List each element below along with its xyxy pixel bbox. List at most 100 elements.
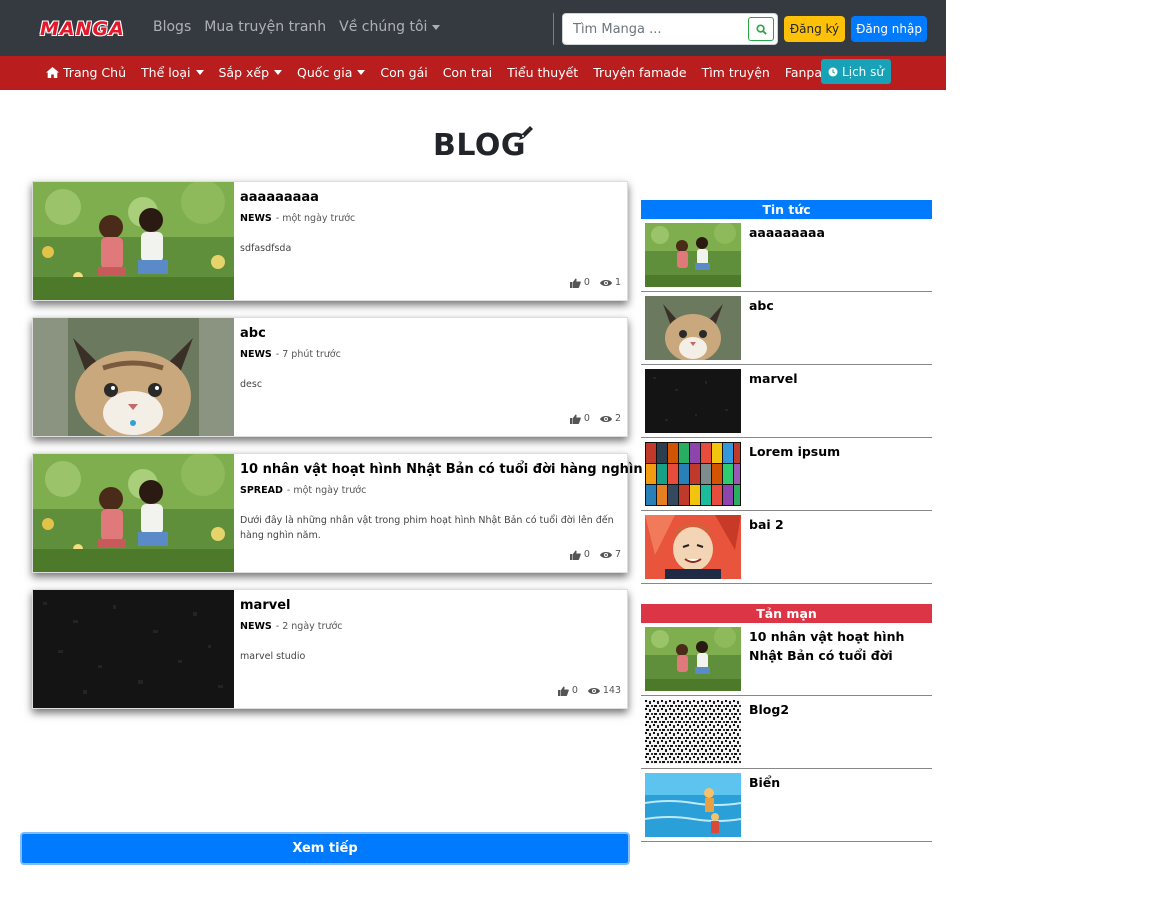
load-more-button[interactable]: Xem tiếp <box>20 832 630 865</box>
post-time: 2 ngày trước <box>282 621 343 632</box>
post-meta: SPREAD - một ngày trước <box>240 485 366 496</box>
nav-link-about-dropdown[interactable]: Về chúng tôi <box>339 19 441 35</box>
like-count[interactable]: 0 <box>569 413 590 424</box>
history-button[interactable]: Lịch sử <box>821 59 891 84</box>
eye-icon <box>587 687 600 694</box>
nav-item-genres[interactable]: Thể loại <box>141 65 204 80</box>
post-meta: NEWS - một ngày trước <box>240 213 355 224</box>
nav-item-home[interactable]: Trang Chủ <box>46 65 126 80</box>
sidebar-item-title[interactable]: aaaaaaaaa <box>749 223 928 242</box>
sidebar-news-item[interactable]: marvel <box>641 365 932 438</box>
view-count-value: 2 <box>614 413 621 424</box>
sidebar-spread-heading: Tản mạn <box>641 604 932 623</box>
sidebar-item-title[interactable]: 10 nhân vật hoạt hình Nhật Bản có tuổi đ… <box>749 627 928 667</box>
sidebar-news-heading: Tin tức <box>641 200 932 219</box>
manga-character-image <box>645 515 741 579</box>
post-stats: 0 7 <box>569 549 621 560</box>
post-thumbnail[interactable] <box>33 182 234 300</box>
sidebar-item-title[interactable]: Lorem ipsum <box>749 442 928 461</box>
sidebar-thumbnail[interactable] <box>645 442 741 506</box>
post-body: 10 nhân vật hoạt hình Nhật Bản có tuổi đ… <box>240 454 679 572</box>
like-count-value: 0 <box>583 549 590 560</box>
sidebar-thumbnail[interactable] <box>645 700 741 764</box>
sidebar-news-item[interactable]: bai 2 <box>641 511 932 584</box>
sidebar-item-title[interactable]: abc <box>749 296 928 315</box>
nav-item-famade[interactable]: Truyện famade <box>593 65 686 80</box>
anime-kids-garden-image <box>33 182 234 300</box>
post-time: một ngày trước <box>282 213 356 224</box>
chevron-down-icon <box>432 24 441 30</box>
view-count: 7 <box>599 549 621 560</box>
post-title[interactable]: aaaaaaaaa <box>240 190 319 205</box>
navbar-divider <box>553 13 554 45</box>
view-count-value: 7 <box>614 549 621 560</box>
thumbs-up-icon <box>569 414 581 424</box>
sidebar-thumbnail[interactable] <box>645 296 741 360</box>
like-count[interactable]: 0 <box>569 277 590 288</box>
post-description: Dưới đây là những nhân vật trong phim ho… <box>240 515 614 541</box>
search-form <box>562 13 778 45</box>
view-count: 143 <box>587 685 621 696</box>
post-card[interactable]: abc NEWS - 7 phút trước desc 0 2 <box>32 317 628 437</box>
noise-pattern-image <box>645 700 741 764</box>
nav-item-boys[interactable]: Con trai <box>443 65 492 80</box>
pen-icon <box>519 126 533 140</box>
post-thumbnail[interactable] <box>33 454 234 572</box>
nav-item-girls[interactable]: Con gái <box>380 65 427 80</box>
nav-link-buy-comics[interactable]: Mua truyện tranh <box>204 19 326 35</box>
like-count-value: 0 <box>571 685 578 696</box>
sidebar-news-item[interactable]: Lorem ipsum <box>641 438 932 511</box>
post-title[interactable]: marvel <box>240 598 290 613</box>
nav-item-genres-label: Thể loại <box>141 65 191 80</box>
sidebar-spread-item[interactable]: Biển <box>641 769 932 842</box>
like-count[interactable]: 0 <box>557 685 578 696</box>
post-stats: 0 2 <box>569 413 621 424</box>
like-count-value: 0 <box>583 413 590 424</box>
main-nav-items: Trang Chủ Thể loại Sắp xếp Quốc gia Con … <box>46 65 838 80</box>
nav-item-country[interactable]: Quốc gia <box>297 65 366 80</box>
sidebar-thumbnail[interactable] <box>645 773 741 837</box>
sidebar-thumbnail[interactable] <box>645 223 741 287</box>
register-button[interactable]: Đăng ký <box>784 16 845 42</box>
sidebar-item-title[interactable]: bai 2 <box>749 515 928 534</box>
sidebar-item-title[interactable]: Blog2 <box>749 700 928 719</box>
clock-icon <box>828 67 838 76</box>
nav-link-blogs[interactable]: Blogs <box>153 19 191 35</box>
search-input[interactable] <box>563 14 747 44</box>
sidebar-thumbnail[interactable] <box>645 515 741 579</box>
sidebar-spread-item[interactable]: Blog2 <box>641 696 932 769</box>
sidebar-news-item[interactable]: aaaaaaaaa <box>641 219 932 292</box>
site-logo[interactable]: MANGA <box>40 18 134 40</box>
nav-item-sort[interactable]: Sắp xếp <box>219 65 283 80</box>
beach-anime-image <box>645 773 741 837</box>
sidebar-thumbnail[interactable] <box>645 627 741 691</box>
post-category: SPREAD <box>240 485 283 496</box>
sidebar-item-title[interactable]: marvel <box>749 369 928 388</box>
post-description: sdfasdfsda <box>240 243 292 254</box>
nav-item-sort-label: Sắp xếp <box>218 65 270 80</box>
nav-item-find[interactable]: Tìm truyện <box>702 65 770 80</box>
like-count[interactable]: 0 <box>569 549 590 560</box>
search-button[interactable] <box>748 17 774 41</box>
post-card[interactable]: aaaaaaaaa NEWS - một ngày trước sdfasdfsd… <box>32 181 628 301</box>
post-title[interactable]: abc <box>240 326 266 341</box>
anime-kids-garden-image <box>645 627 741 691</box>
sidebar-news-item[interactable]: abc <box>641 292 932 365</box>
post-meta: NEWS - 7 phút trước <box>240 349 341 360</box>
post-card[interactable]: marvel NEWS - 2 ngày trước marvel studio … <box>32 589 628 709</box>
post-thumbnail[interactable] <box>33 318 234 436</box>
page: MANGA Blogs Mua truyện tranh Về chúng tô… <box>0 0 946 903</box>
eye-icon <box>599 551 612 558</box>
sidebar-thumbnail[interactable] <box>645 369 741 433</box>
post-thumbnail[interactable] <box>33 590 234 708</box>
post-body: abc NEWS - 7 phút trước desc 0 2 <box>240 318 621 436</box>
post-title[interactable]: 10 nhân vật hoạt hình Nhật Bản có tuổi đ… <box>240 462 679 477</box>
sidebar-item-title[interactable]: Biển <box>749 773 928 792</box>
nav-item-novels[interactable]: Tiểu thuyết <box>507 65 578 80</box>
login-button[interactable]: Đăng nhập <box>851 16 927 42</box>
post-description: desc <box>240 379 263 390</box>
cat-image <box>645 296 741 360</box>
sidebar-spread-item[interactable]: 10 nhân vật hoạt hình Nhật Bản có tuổi đ… <box>641 623 932 696</box>
post-card[interactable]: 10 nhân vật hoạt hình Nhật Bản có tuổi đ… <box>32 453 679 573</box>
thumbs-up-icon <box>557 686 569 696</box>
